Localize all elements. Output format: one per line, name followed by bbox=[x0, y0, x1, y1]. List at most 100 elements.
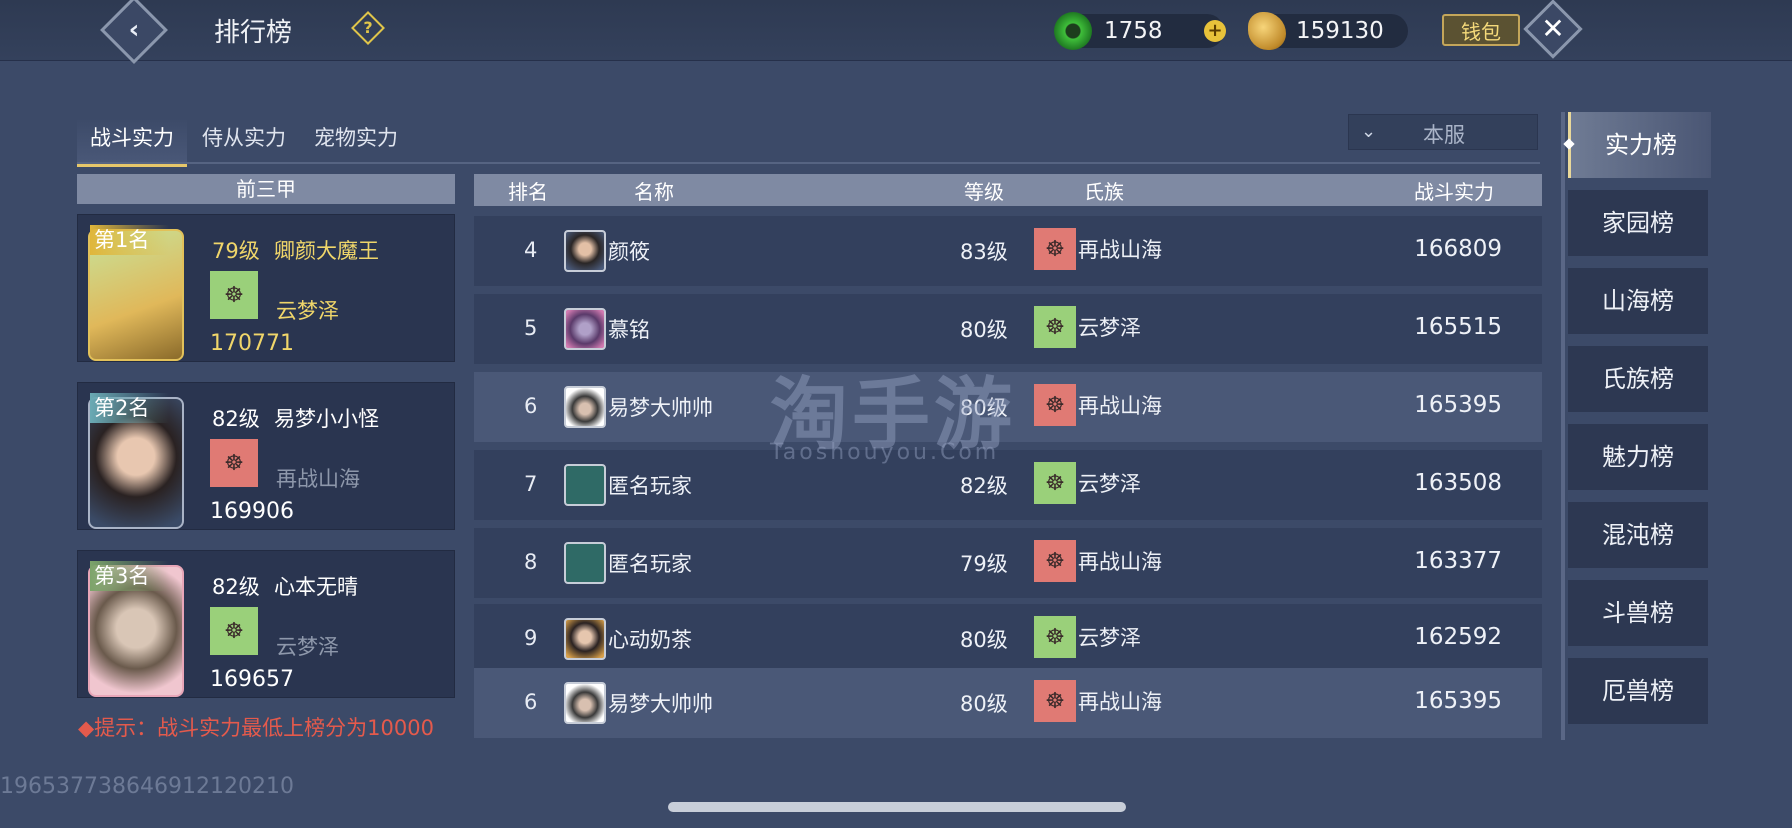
table-row[interactable]: 8 匿名玩家 79级 ☸ 再战山海 163377 bbox=[474, 528, 1542, 598]
row-level: 80级 bbox=[960, 628, 1008, 652]
row-power: 162592 bbox=[1414, 624, 1502, 650]
rank-badge: 第2名 bbox=[90, 393, 170, 423]
server-value: 本服 bbox=[1423, 123, 1465, 147]
min-score-hint: ◆提示：战斗实力最低上榜分为10000 bbox=[78, 716, 434, 740]
clan-emblem-icon: ☸ bbox=[1034, 306, 1076, 348]
close-button[interactable]: ✕ bbox=[1523, 0, 1583, 59]
wallet-button[interactable]: 钱包 bbox=[1442, 14, 1520, 46]
row-name: 心动奶茶 bbox=[608, 628, 692, 652]
header-power: 战斗实力 bbox=[1414, 180, 1494, 204]
row-rank: 4 bbox=[524, 238, 538, 262]
table-row[interactable]: 4 颜筱 83级 ☸ 再战山海 166809 bbox=[474, 216, 1542, 286]
sidebar-divider bbox=[1561, 112, 1565, 740]
sidebar-item-evil-beast[interactable]: 厄兽榜 bbox=[1568, 658, 1708, 724]
top3-card-3[interactable]: 第3名 82级 心本无晴 ☸ 云梦泽 169657 bbox=[77, 550, 455, 698]
clan-name: 云梦泽 bbox=[276, 635, 339, 659]
row-power: 163377 bbox=[1414, 548, 1502, 574]
row-power: 165395 bbox=[1414, 688, 1502, 714]
top-bar: ‹ 排行榜 ? 1758 + 159130 钱包 ✕ bbox=[0, 0, 1792, 64]
clan-emblem-icon: ☸ bbox=[210, 607, 258, 655]
sidebar-item-clan[interactable]: 氏族榜 bbox=[1568, 346, 1708, 412]
row-power: 165515 bbox=[1414, 314, 1502, 340]
row-rank: 8 bbox=[524, 550, 538, 574]
jade-coin-icon bbox=[1054, 12, 1092, 50]
row-level: 82级 bbox=[960, 474, 1008, 498]
jade-value: 1758 bbox=[1104, 18, 1163, 44]
player-power: 170771 bbox=[210, 331, 294, 356]
sidebar-item-shanhai[interactable]: 山海榜 bbox=[1568, 268, 1708, 334]
row-rank: 5 bbox=[524, 316, 538, 340]
back-button[interactable]: ‹ bbox=[100, 0, 168, 64]
top3-card-1[interactable]: 第1名 79级 卿颜大魔王 ☸ 云梦泽 170771 bbox=[77, 214, 455, 362]
player-name: 心本无晴 bbox=[274, 575, 358, 599]
row-name: 易梦大帅帅 bbox=[608, 692, 713, 716]
tab-divider bbox=[77, 162, 1540, 164]
clan-emblem-icon: ☸ bbox=[1034, 680, 1076, 722]
clan-name: 再战山海 bbox=[276, 467, 360, 491]
sidebar-item-power[interactable]: 实力榜 bbox=[1563, 112, 1711, 178]
row-rank: 6 bbox=[524, 394, 538, 418]
player-power: 169906 bbox=[210, 499, 294, 524]
gold-coin-icon bbox=[1248, 12, 1286, 50]
player-level: 82级 bbox=[212, 575, 260, 599]
table-row[interactable]: 9 心动奶茶 80级 ☸ 云梦泽 162592 bbox=[474, 604, 1542, 674]
row-rank: 6 bbox=[524, 690, 538, 714]
jade-currency: 1758 + bbox=[1054, 12, 1226, 50]
sidebar-item-label: 实力榜 bbox=[1605, 131, 1677, 159]
header-level: 等级 bbox=[964, 180, 1004, 204]
add-jade-button[interactable]: + bbox=[1204, 20, 1226, 42]
row-clan: 云梦泽 bbox=[1078, 316, 1141, 340]
page-title: 排行榜 bbox=[214, 18, 293, 48]
player-level: 79级 bbox=[212, 239, 260, 263]
sidebar-item-chaos[interactable]: 混沌榜 bbox=[1568, 502, 1708, 568]
tab-pet-power[interactable]: 宠物实力 bbox=[301, 118, 411, 164]
row-level: 80级 bbox=[960, 692, 1008, 716]
sidebar-item-home[interactable]: 家园榜 bbox=[1568, 190, 1708, 256]
row-clan: 再战山海 bbox=[1078, 690, 1162, 714]
my-rank-row[interactable]: 6 易梦大帅帅 80级 ☸ 再战山海 165395 bbox=[474, 668, 1542, 738]
header-clan: 氏族 bbox=[1084, 180, 1124, 204]
tab-servant-power[interactable]: 侍从实力 bbox=[189, 118, 299, 164]
watermark-sub: Taoshouyou.Com bbox=[770, 440, 1000, 465]
gold-currency: 159130 bbox=[1248, 12, 1408, 50]
tab-battle-power[interactable]: 战斗实力 bbox=[77, 118, 187, 167]
clan-emblem-icon: ☸ bbox=[1034, 384, 1076, 426]
clan-emblem-icon: ☸ bbox=[210, 439, 258, 487]
clan-emblem-icon: ☸ bbox=[1034, 616, 1076, 658]
player-power: 169657 bbox=[210, 667, 294, 692]
clan-name: 云梦泽 bbox=[276, 299, 339, 323]
row-clan: 云梦泽 bbox=[1078, 626, 1141, 650]
anonymous-avatar-icon bbox=[564, 542, 606, 584]
chevron-down-icon: ⌄ bbox=[1361, 121, 1377, 142]
rank-badge: 第3名 bbox=[90, 561, 170, 591]
home-indicator[interactable] bbox=[668, 802, 1126, 812]
clan-emblem-icon: ☸ bbox=[1034, 228, 1076, 270]
server-dropdown[interactable]: ⌄ 本服 bbox=[1348, 114, 1538, 150]
player-name: 易梦小小怪 bbox=[274, 407, 379, 431]
chevron-left-icon: ‹ bbox=[128, 15, 140, 45]
avatar bbox=[564, 618, 606, 660]
row-name: 匿名玩家 bbox=[608, 474, 692, 498]
table-header: 排名 名称 等级 氏族 战斗实力 bbox=[474, 174, 1542, 206]
avatar bbox=[564, 308, 606, 350]
clan-emblem-icon: ☸ bbox=[210, 271, 258, 319]
player-level: 82级 bbox=[212, 407, 260, 431]
row-clan: 云梦泽 bbox=[1078, 472, 1141, 496]
rank-badge: 第1名 bbox=[90, 225, 170, 255]
clan-emblem-icon: ☸ bbox=[1034, 540, 1076, 582]
question-icon[interactable]: ? bbox=[351, 11, 385, 45]
row-name: 慕铭 bbox=[608, 318, 650, 342]
top3-card-2[interactable]: 第2名 82级 易梦小小怪 ☸ 再战山海 169906 bbox=[77, 382, 455, 530]
row-name: 匿名玩家 bbox=[608, 552, 692, 576]
sidebar-item-beast-fight[interactable]: 斗兽榜 bbox=[1568, 580, 1708, 646]
row-level: 83级 bbox=[960, 240, 1008, 264]
row-name: 易梦大帅帅 bbox=[608, 396, 713, 420]
row-power: 165395 bbox=[1414, 392, 1502, 418]
top3-header: 前三甲 bbox=[77, 174, 455, 204]
row-clan: 再战山海 bbox=[1078, 394, 1162, 418]
sidebar-item-charm[interactable]: 魅力榜 bbox=[1568, 424, 1708, 490]
header-name: 名称 bbox=[634, 180, 674, 204]
avatar bbox=[564, 386, 606, 428]
close-icon: ✕ bbox=[1541, 11, 1565, 45]
clan-emblem-icon: ☸ bbox=[1034, 462, 1076, 504]
